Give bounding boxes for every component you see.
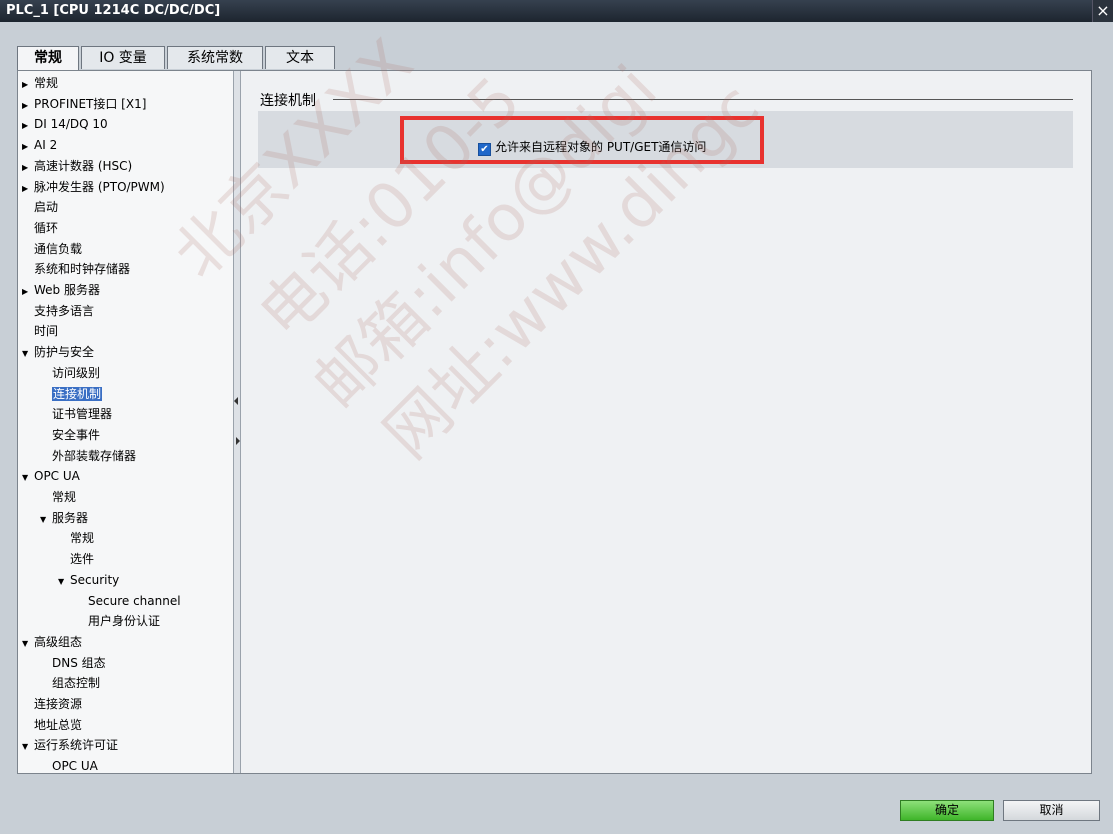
- tree-item[interactable]: 循环: [22, 218, 58, 238]
- tree-item[interactable]: ▼ 高级组态: [22, 632, 82, 652]
- tree-item[interactable]: Secure channel: [76, 591, 181, 611]
- tree-item-label: 用户身份认证: [88, 614, 161, 629]
- tree-item-label: 循环: [34, 220, 59, 235]
- ok-button[interactable]: 确定: [900, 800, 994, 821]
- chevron-down-icon[interactable]: ▼: [40, 510, 52, 530]
- expand-right-icon[interactable]: [236, 437, 240, 445]
- tab-system-constants[interactable]: 系统常数: [167, 46, 263, 69]
- tree-item[interactable]: ▶ DI 14/DQ 10: [22, 114, 108, 134]
- close-icon[interactable]: ×: [1092, 0, 1113, 22]
- tree-item-label: 防护与安全: [34, 345, 95, 360]
- tree-item-label: DNS 组态: [52, 655, 106, 670]
- tree-item-label: 外部装载存储器: [52, 448, 137, 463]
- tree-item-label: 连接资源: [34, 697, 83, 711]
- collapse-left-icon[interactable]: [234, 397, 238, 405]
- tree-item-label: 常规: [70, 531, 95, 546]
- tree-item-label: 连接机制: [52, 386, 103, 401]
- tree-item-label: 地址总览: [34, 717, 83, 732]
- dialog-frame: 常规 IO 变量 系统常数 文本 ▶ 常规 ▶ PROFINET接口 [X1] ▶ DI …: [0, 22, 1113, 834]
- tree-item-label: AI 2: [34, 138, 58, 153]
- tree-item-label: 通信负载: [34, 241, 83, 256]
- tree-item-label: PROFINET接口 [X1]: [34, 96, 147, 111]
- chevron-right-icon[interactable]: ▶: [22, 116, 34, 136]
- tree-item[interactable]: ▶ 常规: [22, 73, 58, 93]
- tree-item-label: 选件: [70, 552, 95, 567]
- chevron-down-icon[interactable]: ▼: [58, 572, 70, 592]
- tree-item-label: DI 14/DQ 10: [34, 117, 108, 132]
- cancel-button[interactable]: 取消: [1003, 800, 1100, 821]
- content-panel: ▶ 常规 ▶ PROFINET接口 [X1] ▶ DI 14/DQ 10 ▶ AI 2 ▶ 高速计…: [17, 70, 1092, 774]
- tree-item-label: 服务器: [52, 510, 89, 525]
- tree-item-label: 组态控制: [52, 676, 101, 691]
- tree-item[interactable]: 启动: [22, 197, 58, 217]
- tab-io-tags[interactable]: IO 变量: [81, 46, 165, 69]
- chevron-right-icon[interactable]: ▶: [22, 137, 34, 157]
- highlight-box: [400, 116, 764, 164]
- tree-item[interactable]: 连接资源: [22, 694, 82, 714]
- tree-item-label: 运行系统许可证: [34, 738, 119, 753]
- tree-item[interactable]: 外部装载存储器: [40, 446, 136, 466]
- tree-item[interactable]: 地址总览: [22, 715, 82, 735]
- chevron-right-icon[interactable]: ▶: [22, 282, 34, 302]
- tree-item-label: 脉冲发生器 (PTO/PWM): [34, 179, 165, 194]
- chevron-down-icon[interactable]: ▼: [22, 468, 34, 488]
- tree-item-label: OPC UA: [34, 469, 80, 484]
- tree-item[interactable]: OPC UA: [40, 756, 98, 773]
- tree-item[interactable]: 组态控制: [40, 673, 100, 693]
- navigation-tree: ▶ 常规 ▶ PROFINET接口 [X1] ▶ DI 14/DQ 10 ▶ AI 2 ▶ 高速计…: [18, 71, 233, 773]
- tree-item[interactable]: 选件: [58, 549, 94, 569]
- tree-item[interactable]: ▼ 服务器: [40, 508, 88, 528]
- tree-item-label: 证书管理器: [52, 407, 113, 422]
- tree-item-label: 时间: [34, 324, 59, 339]
- tree-item[interactable]: ▶ AI 2: [22, 135, 57, 155]
- tree-item[interactable]: 常规: [40, 487, 76, 507]
- chevron-right-icon[interactable]: ▶: [22, 75, 34, 95]
- tree-item[interactable]: ▼ 运行系统许可证: [22, 735, 118, 755]
- tab-texts[interactable]: 文本: [265, 46, 335, 69]
- tree-item[interactable]: ▼ 防护与安全: [22, 342, 94, 362]
- tree-item[interactable]: 常规: [58, 528, 94, 548]
- window-title: PLC_1 [CPU 1214C DC/DC/DC]: [6, 3, 221, 18]
- chevron-right-icon[interactable]: ▶: [22, 96, 34, 116]
- tree-item[interactable]: 支持多语言: [22, 301, 94, 321]
- tree-item-label: Web 服务器: [34, 283, 100, 297]
- chevron-down-icon[interactable]: ▼: [22, 737, 34, 757]
- tree-item-label: 支持多语言: [34, 303, 95, 318]
- section-divider: [333, 99, 1073, 100]
- section-title: 连接机制: [260, 93, 316, 109]
- tree-item-label: 访问级别: [52, 365, 101, 380]
- tree-item-label: Secure channel: [88, 593, 181, 608]
- tree-item-label: 高级组态: [34, 634, 83, 649]
- tree-item[interactable]: ▶ 脉冲发生器 (PTO/PWM): [22, 177, 165, 197]
- tree-item[interactable]: 连接机制: [40, 384, 103, 404]
- tree-item[interactable]: 访问级别: [40, 363, 100, 383]
- tree-item[interactable]: ▼ OPC UA: [22, 466, 80, 486]
- tree-item-label: 常规: [52, 490, 77, 504]
- chevron-down-icon[interactable]: ▼: [22, 634, 34, 654]
- tree-item[interactable]: DNS 组态: [40, 653, 106, 673]
- panel-splitter[interactable]: [233, 71, 241, 773]
- tree-item[interactable]: 时间: [22, 321, 58, 341]
- tree-item[interactable]: ▼ Security: [58, 570, 119, 590]
- tree-item-label: 系统和时钟存储器: [34, 262, 131, 277]
- tree-item[interactable]: 安全事件: [40, 425, 100, 445]
- tree-item[interactable]: ▶ 高速计数器 (HSC): [22, 156, 132, 176]
- chevron-down-icon[interactable]: ▼: [22, 344, 34, 364]
- tree-item[interactable]: 证书管理器: [40, 404, 112, 424]
- tab-general[interactable]: 常规: [17, 46, 79, 70]
- tree-item-label: OPC UA: [52, 759, 98, 773]
- tree-item[interactable]: 用户身份认证: [76, 611, 160, 631]
- window-titlebar: PLC_1 [CPU 1214C DC/DC/DC] ×: [0, 0, 1113, 22]
- tree-item[interactable]: 通信负载: [22, 239, 82, 259]
- tree-item-label: 常规: [34, 76, 59, 90]
- chevron-right-icon[interactable]: ▶: [22, 158, 34, 178]
- tree-item-label: 安全事件: [52, 427, 101, 442]
- tree-item-label: Security: [70, 572, 120, 587]
- tree-item[interactable]: ▶ Web 服务器: [22, 280, 100, 300]
- tree-item-label: 启动: [34, 200, 59, 215]
- tree-item[interactable]: 系统和时钟存储器: [22, 259, 130, 279]
- tree-item-label: 高速计数器 (HSC): [34, 158, 133, 173]
- chevron-right-icon[interactable]: ▶: [22, 179, 34, 199]
- tree-item[interactable]: ▶ PROFINET接口 [X1]: [22, 94, 146, 114]
